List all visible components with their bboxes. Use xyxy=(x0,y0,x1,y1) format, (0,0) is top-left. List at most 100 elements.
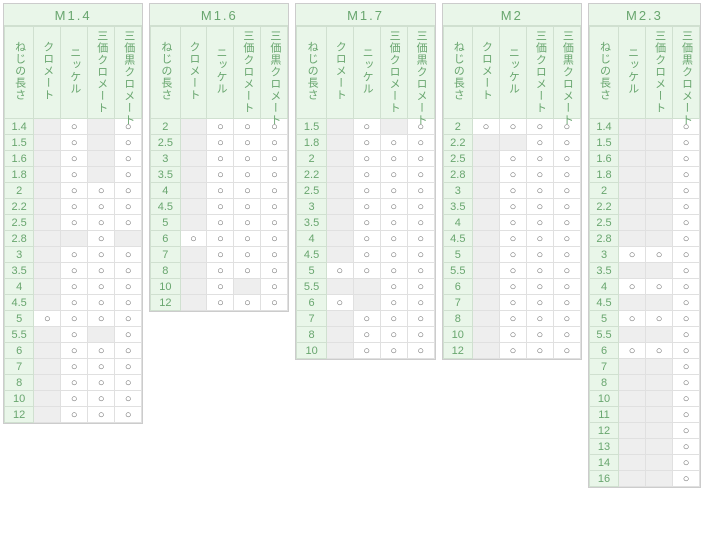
availability-cell xyxy=(472,231,499,247)
availability-cell: ○ xyxy=(472,119,499,135)
availability-cell: ○ xyxy=(61,311,88,327)
availability-cell: ○ xyxy=(380,231,407,247)
availability-cell xyxy=(472,327,499,343)
availability-cell: ○ xyxy=(261,231,288,247)
length-cell: 14 xyxy=(589,455,618,471)
availability-cell: ○ xyxy=(353,119,380,135)
availability-cell xyxy=(34,375,61,391)
table-row: 8○○○ xyxy=(5,375,142,391)
length-cell: 3.5 xyxy=(297,215,326,231)
table-row: 6○○○ xyxy=(5,343,142,359)
availability-cell xyxy=(34,199,61,215)
availability-cell: ○ xyxy=(353,343,380,359)
availability-cell: ○ xyxy=(499,215,526,231)
availability-cell: ○ xyxy=(326,263,353,279)
availability-cell xyxy=(326,215,353,231)
table-row: 2.2○ xyxy=(589,199,699,215)
availability-cell: ○ xyxy=(115,167,142,183)
availability-cell: ○ xyxy=(353,183,380,199)
availability-cell: ○ xyxy=(353,231,380,247)
table-title: M2 xyxy=(443,4,581,26)
availability-cell: ○ xyxy=(115,119,142,135)
table-m16: M1.6ねじの長さクロメートニッケル三価クロメート三価黒クロメート2○○○2.5… xyxy=(149,3,289,312)
table-row: 8○○○ xyxy=(297,327,434,343)
availability-cell xyxy=(61,231,88,247)
availability-cell xyxy=(619,215,646,231)
availability-cell: ○ xyxy=(261,167,288,183)
table-row: 4○○○ xyxy=(297,231,434,247)
availability-cell: ○ xyxy=(234,135,261,151)
availability-cell: ○ xyxy=(673,119,700,135)
row-header-label: ねじの長さ xyxy=(160,30,171,112)
availability-cell: ○ xyxy=(673,183,700,199)
availability-cell xyxy=(646,455,673,471)
table-row: 13○ xyxy=(589,439,699,455)
row-header-label: ねじの長さ xyxy=(14,30,25,112)
table-row: 3○○○ xyxy=(443,183,580,199)
table-row: 4○○○ xyxy=(443,215,580,231)
table-row: 5.5○○ xyxy=(297,279,434,295)
availability-cell: ○ xyxy=(673,167,700,183)
length-cell: 1.4 xyxy=(589,119,618,135)
availability-cell xyxy=(646,375,673,391)
length-cell: 5.5 xyxy=(5,327,34,343)
availability-cell: ○ xyxy=(526,263,553,279)
availability-cell xyxy=(180,295,207,311)
availability-cell xyxy=(34,231,61,247)
availability-cell: ○ xyxy=(619,247,646,263)
availability-cell: ○ xyxy=(115,295,142,311)
availability-cell: ○ xyxy=(673,295,700,311)
availability-cell: ○ xyxy=(115,359,142,375)
length-cell: 1.5 xyxy=(5,135,34,151)
availability-cell: ○ xyxy=(88,343,115,359)
availability-cell: ○ xyxy=(234,263,261,279)
availability-cell xyxy=(34,215,61,231)
row-header-label: ねじの長さ xyxy=(452,30,463,112)
availability-cell xyxy=(472,199,499,215)
availability-cell: ○ xyxy=(353,135,380,151)
availability-cell: ○ xyxy=(207,247,234,263)
availability-cell: ○ xyxy=(407,231,434,247)
availability-cell: ○ xyxy=(88,407,115,423)
table-row: 4.5○○○ xyxy=(151,199,288,215)
length-cell: 3 xyxy=(589,247,618,263)
availability-cell: ○ xyxy=(499,327,526,343)
availability-cell: ○ xyxy=(234,167,261,183)
availability-cell xyxy=(472,343,499,359)
availability-cell xyxy=(646,151,673,167)
availability-cell: ○ xyxy=(526,247,553,263)
availability-cell xyxy=(499,135,526,151)
length-cell: 4 xyxy=(443,215,472,231)
availability-cell: ○ xyxy=(673,439,700,455)
availability-table: ねじの長さクロメートニッケル三価クロメート三価黒クロメート1.5○○1.8○○○… xyxy=(296,26,434,359)
col-header-label: ニッケル xyxy=(69,30,80,112)
length-cell: 5 xyxy=(443,247,472,263)
length-cell: 10 xyxy=(297,343,326,359)
availability-table: ねじの長さクロメートニッケル三価クロメート三価黒クロメート2○○○2.5○○○3… xyxy=(150,26,288,311)
col-header-label: 三価クロメート xyxy=(654,30,665,112)
table-row: 8○○○ xyxy=(151,263,288,279)
availability-cell xyxy=(646,215,673,231)
length-cell: 2.2 xyxy=(443,135,472,151)
length-cell: 5.5 xyxy=(443,263,472,279)
availability-cell: ○ xyxy=(673,135,700,151)
length-cell: 2 xyxy=(5,183,34,199)
availability-cell xyxy=(180,263,207,279)
table-row: 1.5○○ xyxy=(5,135,142,151)
availability-cell xyxy=(619,471,646,487)
length-cell: 4 xyxy=(151,183,180,199)
length-cell: 3 xyxy=(5,247,34,263)
availability-cell: ○ xyxy=(407,183,434,199)
availability-cell xyxy=(34,391,61,407)
availability-cell xyxy=(180,279,207,295)
availability-cell xyxy=(472,311,499,327)
availability-cell: ○ xyxy=(499,167,526,183)
availability-cell: ○ xyxy=(673,327,700,343)
availability-cell: ○ xyxy=(88,279,115,295)
col-header-label: クロメート xyxy=(480,30,491,112)
table-row: 3○○○ xyxy=(5,247,142,263)
table-row: 3.5○ xyxy=(589,263,699,279)
row-header-label: ねじの長さ xyxy=(599,30,610,112)
availability-cell xyxy=(619,407,646,423)
availability-cell xyxy=(472,167,499,183)
